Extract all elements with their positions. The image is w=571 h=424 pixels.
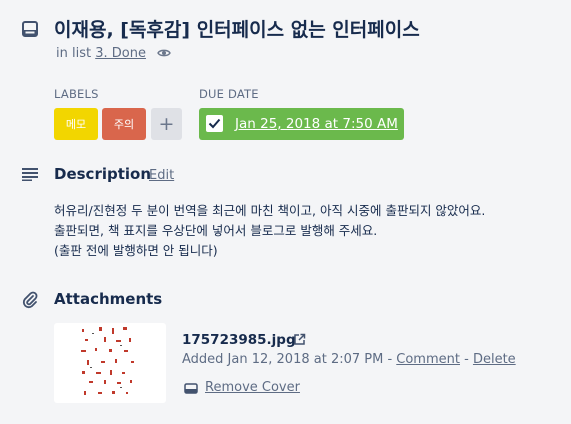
attachment-separator: - [459,352,473,367]
due-complete-checkbox[interactable] [206,115,223,132]
external-link-icon[interactable] [293,333,306,346]
attachment-thumbnail[interactable] [54,323,166,403]
description-line: 허유리/진현정 두 분이 번역을 최근에 마친 책이고, 아직 시중에 출판되지… [54,203,486,218]
check-icon [208,118,221,129]
cover-icon [184,383,198,394]
in-list-prefix: in list [56,46,92,61]
eye-icon[interactable] [157,48,171,58]
labels-heading: LABELS [54,87,99,101]
remove-cover-link[interactable]: Remove Cover [205,380,300,395]
book-cover-image [81,327,134,395]
attachment-added-date: Added Jan 12, 2018 at 2:07 PM - [182,352,397,367]
attachment-filename[interactable]: 175723985.jpg [182,332,296,348]
paperclip-icon [22,291,38,309]
due-date-badge[interactable]: Jan 25, 2018 at 7:50 AM [199,108,404,140]
description-heading: Description [54,165,152,183]
attachments-heading: Attachments [54,290,163,308]
card-icon [22,21,38,37]
description-icon [22,168,38,181]
description-edit-link[interactable]: Edit [149,168,174,183]
label-memo[interactable]: 메모 [54,108,98,140]
attachment-comment-link[interactable]: Comment [396,352,460,367]
due-date-value[interactable]: Jan 25, 2018 at 7:50 AM [235,116,398,132]
list-info: in list 3. Done [56,46,146,61]
list-link[interactable]: 3. Done [95,46,146,61]
add-label-button[interactable]: + [151,108,182,140]
card-title[interactable]: 이재용, [독후감] 인터페이스 없는 인터페이스 [54,15,420,42]
due-date-heading: DUE DATE [199,87,259,101]
label-caution[interactable]: 주의 [102,108,146,140]
attachment-delete-link[interactable]: Delete [473,352,516,367]
attachment-meta: Added Jan 12, 2018 at 2:07 PM - Comment … [182,352,516,367]
description-line: 출판되면, 책 표지를 우상단에 넣어서 블로그로 발행해 주세요. [54,223,378,238]
description-line: (출판 전에 발행하면 안 됩니다) [54,243,218,258]
